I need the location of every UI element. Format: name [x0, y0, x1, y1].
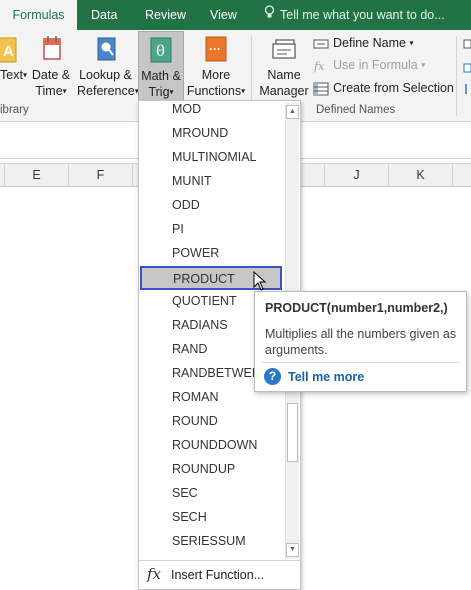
date-time-button[interactable]: Date & Time▾	[29, 34, 73, 104]
help-icon[interactable]: ?	[264, 368, 281, 385]
fx-small-icon: fx	[313, 60, 325, 73]
lookup-line2: Reference	[77, 84, 135, 98]
tell-me-more-link[interactable]: Tell me more	[288, 370, 364, 384]
tooltip-description: Multiplies all the numbers given as argu…	[265, 327, 457, 357]
fx-icon: fx	[147, 565, 162, 583]
mouse-pointer-icon	[253, 271, 267, 291]
ribbon-tab-bar: Formulas Data Review View Tell me what y…	[0, 0, 471, 31]
more-functions-button[interactable]: ··· More Functions▾	[186, 34, 246, 104]
define-name-button[interactable]: Define Name ▾	[313, 33, 413, 53]
function-item-mround[interactable]: MROUND	[139, 122, 285, 146]
column-header-k[interactable]: K	[389, 164, 453, 187]
date-time-line2: Time	[35, 84, 63, 98]
lookup-reference-button[interactable]: Lookup & Reference▾	[77, 34, 139, 104]
math-trig-line2: Trig	[148, 85, 170, 99]
chevron-down-icon: ▾	[421, 60, 426, 70]
defined-names-group-label: Defined Names	[316, 104, 396, 116]
column-header-e[interactable]: E	[5, 164, 69, 187]
use-in-formula-label: Use in Formula	[333, 58, 418, 72]
tooltip-divider	[262, 362, 460, 363]
function-library-group-label: ibrary	[0, 104, 29, 116]
text-button[interactable]: A Text▾	[0, 34, 27, 104]
function-item-power[interactable]: POWER	[139, 242, 285, 266]
more-functions-line2: Functions	[186, 84, 242, 98]
insert-function-label: Insert Function...	[171, 568, 265, 582]
excel-window: Formulas Data Review View Tell me what y…	[0, 0, 471, 590]
text-button-label: Text	[0, 68, 23, 82]
table-grid-icon	[313, 82, 329, 96]
group-divider	[456, 36, 457, 116]
svg-text:···: ···	[209, 42, 221, 56]
chevron-down-icon: ▾	[409, 38, 414, 48]
function-item-seriessum[interactable]: SERIESSUM	[139, 530, 285, 554]
use-in-formula-button[interactable]: fx Use in Formula ▾	[313, 55, 425, 75]
lightbulb-icon	[262, 0, 276, 30]
name-manager-button[interactable]: Name Manager	[257, 34, 311, 104]
svg-text:θ: θ	[156, 42, 165, 60]
function-item-pi[interactable]: PI	[139, 218, 285, 242]
column-header-j[interactable]: J	[325, 164, 389, 187]
tab-formulas[interactable]: Formulas	[0, 0, 77, 31]
tooltip-title: PRODUCT(number1,number2,)	[265, 301, 448, 315]
name-manager-icon	[272, 39, 296, 59]
calendar-icon	[43, 36, 61, 60]
name-manager-line1: Name	[267, 68, 301, 82]
chevron-down-icon: ▾	[169, 87, 174, 97]
theta-icon: θ	[150, 37, 172, 63]
function-item-munit[interactable]: MUNIT	[139, 170, 285, 194]
text-icon: A	[0, 37, 17, 63]
function-item-sech[interactable]: SECH	[139, 506, 285, 530]
define-name-label: Define Name	[333, 36, 406, 50]
tag-icon	[313, 39, 329, 49]
tab-view[interactable]: View	[202, 0, 245, 30]
create-from-selection-label: Create from Selection	[333, 81, 454, 95]
chevron-down-icon: ▾	[241, 86, 246, 96]
math-trig-button[interactable]: θ Math & Trig▾	[138, 31, 184, 104]
insert-function-item[interactable]: fx Insert Function...	[139, 560, 300, 589]
scrollbar-thumb[interactable]	[287, 403, 298, 462]
function-item-multinomial[interactable]: MULTINOMIAL	[139, 146, 285, 170]
more-functions-line1: More	[201, 68, 231, 82]
function-item-rounddown[interactable]: ROUNDDOWN	[139, 434, 285, 458]
tab-review[interactable]: Review	[137, 0, 194, 30]
create-from-selection-button[interactable]: Create from Selection	[313, 78, 454, 98]
more-functions-icon: ···	[205, 36, 227, 62]
lookup-book-icon	[97, 37, 115, 61]
function-tooltip: PRODUCT(number1,number2,) Multiplies all…	[254, 291, 467, 392]
tell-me-placeholder: Tell me what you want to do...	[280, 8, 445, 22]
svg-text:A: A	[3, 43, 14, 60]
name-manager-line2: Manager	[259, 84, 309, 98]
scroll-down-arrow-icon[interactable]: ▼	[286, 543, 299, 557]
scroll-up-arrow-icon[interactable]: ▲	[286, 105, 299, 119]
function-item-roundup[interactable]: ROUNDUP	[139, 458, 285, 482]
tab-data[interactable]: Data	[83, 0, 125, 30]
column-header-f[interactable]: F	[69, 164, 133, 187]
date-time-line1: Date &	[31, 68, 71, 82]
function-item-round[interactable]: ROUND	[139, 410, 285, 434]
svg-text:fx: fx	[313, 60, 325, 73]
function-item-sec[interactable]: SEC	[139, 482, 285, 506]
chevron-down-icon: ▾	[22, 70, 27, 80]
function-item-mod[interactable]: MOD	[139, 98, 285, 122]
lookup-line1: Lookup &	[79, 68, 132, 82]
function-item-odd[interactable]: ODD	[139, 194, 285, 218]
tell-me-box[interactable]: Tell me what you want to do...	[262, 0, 445, 30]
chevron-down-icon: ▾	[62, 86, 67, 96]
trace-precedents-icon[interactable]	[462, 36, 471, 96]
math-trig-line1: Math &	[141, 69, 181, 83]
